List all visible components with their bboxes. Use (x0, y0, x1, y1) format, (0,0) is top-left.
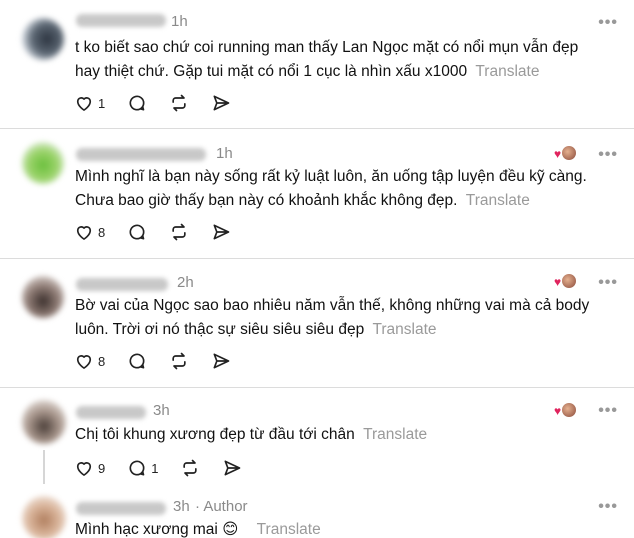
post-time: 1h (216, 145, 233, 162)
author-avatar (561, 402, 577, 418)
post-text: Mình hạc xương mai 😊 Translate (75, 518, 604, 538)
like-button[interactable]: 8 (74, 222, 105, 242)
post-time: 1h (171, 13, 188, 30)
comment-post: 2h ♥ ••• Bờ vai của Ngọc sao bao nhiêu n… (0, 259, 634, 387)
post-text: Chị tôi khung xương đẹp từ đầu tới chân … (75, 423, 604, 447)
heart-filled-icon: ♥ (554, 147, 562, 161)
heart-filled-icon: ♥ (554, 404, 562, 418)
action-bar: 1 (74, 92, 253, 114)
comment-post: 1h ••• t ko biết sao chứ coi running man… (0, 0, 634, 128)
action-bar: 8 (74, 350, 253, 372)
send-icon (213, 224, 230, 240)
repost-icon (183, 459, 198, 477)
post-time: 3h (153, 402, 170, 419)
heart-outline-icon (76, 355, 92, 369)
reply-button[interactable] (127, 93, 147, 113)
like-count: 9 (98, 460, 106, 476)
heart-outline-icon (76, 226, 92, 240)
translate-link[interactable]: Translate (373, 321, 437, 338)
translate-link[interactable]: Translate (363, 426, 427, 443)
more-options-button[interactable]: ••• (598, 498, 618, 516)
avatar[interactable] (22, 142, 64, 184)
username[interactable] (76, 502, 166, 515)
like-count: 1 (98, 95, 106, 111)
post-time: 3h (173, 498, 190, 515)
avatar[interactable] (22, 276, 64, 318)
speech-bubble-icon (129, 95, 145, 111)
username[interactable] (76, 278, 168, 291)
repost-button[interactable] (169, 222, 189, 242)
more-options-button[interactable]: ••• (598, 274, 618, 292)
repost-button[interactable] (169, 351, 189, 371)
action-bar: 8 (74, 221, 253, 243)
like-button[interactable]: 8 (74, 351, 105, 371)
post-body: Chị tôi khung xương đẹp từ đầu tới chân (75, 426, 355, 443)
more-options-button[interactable]: ••• (598, 402, 618, 420)
post-text: Bờ vai của Ngọc sao bao nhiêu năm vẫn th… (75, 294, 604, 342)
repost-icon (172, 223, 186, 241)
repost-button[interactable] (180, 458, 200, 478)
translate-link[interactable]: Translate (257, 521, 321, 538)
send-icon (213, 95, 230, 111)
send-icon (213, 353, 230, 369)
more-options-button[interactable]: ••• (598, 14, 618, 32)
repost-icon (172, 352, 186, 370)
heart-outline-icon (76, 462, 92, 476)
comment-post: 3h ♥ ••• Chị tôi khung xương đẹp từ đầu … (0, 388, 634, 488)
author-avatar (561, 273, 577, 289)
reply-button[interactable] (127, 351, 147, 371)
post-body: Bờ vai của Ngọc sao bao nhiêu năm vẫn th… (75, 297, 590, 338)
speech-bubble-icon (129, 224, 145, 240)
author-reply: 3h · Author ••• Mình hạc xương mai 😊 Tra… (0, 488, 634, 538)
post-text: t ko biết sao chứ coi running man thấy L… (75, 36, 604, 84)
speech-bubble-icon (129, 353, 145, 369)
share-button[interactable] (211, 93, 231, 113)
more-options-button[interactable]: ••• (598, 146, 618, 164)
post-time: 2h (177, 274, 194, 291)
translate-link[interactable]: Translate (466, 192, 530, 209)
author-avatar (561, 145, 577, 161)
like-button[interactable]: 1 (74, 93, 105, 113)
post-body: Mình hạc xương mai 😊 (75, 521, 239, 538)
username[interactable] (76, 406, 146, 419)
heart-filled-icon: ♥ (554, 275, 562, 289)
liked-by-author-badge: ♥ (554, 273, 577, 291)
heart-outline-icon (76, 97, 92, 111)
share-button[interactable] (222, 458, 242, 478)
action-bar: 9 1 (74, 457, 264, 479)
speech-bubble-icon (129, 460, 145, 476)
like-button[interactable]: 9 (74, 458, 105, 478)
thread-line (43, 450, 45, 484)
send-icon (224, 460, 241, 476)
repost-button[interactable] (169, 93, 189, 113)
avatar[interactable] (22, 400, 66, 444)
reply-button[interactable]: 1 (127, 458, 158, 478)
reply-count: 1 (151, 460, 159, 476)
avatar[interactable] (22, 18, 64, 60)
translate-link[interactable]: Translate (475, 63, 539, 80)
share-button[interactable] (211, 351, 231, 371)
post-text: Mình nghĩ là bạn này sống rất kỷ luật lu… (75, 165, 604, 213)
like-count: 8 (98, 224, 106, 240)
share-button[interactable] (211, 222, 231, 242)
repost-icon (172, 94, 186, 112)
liked-by-author-badge: ♥ (554, 145, 577, 163)
comment-post: 1h ♥ ••• Mình nghĩ là bạn này sống rất k… (0, 129, 634, 257)
username[interactable] (76, 148, 206, 161)
author-label: · Author (195, 498, 248, 515)
liked-by-author-badge: ♥ (554, 402, 577, 420)
reply-button[interactable] (127, 222, 147, 242)
like-count: 8 (98, 353, 106, 369)
avatar[interactable] (22, 496, 66, 538)
username[interactable] (76, 14, 166, 27)
